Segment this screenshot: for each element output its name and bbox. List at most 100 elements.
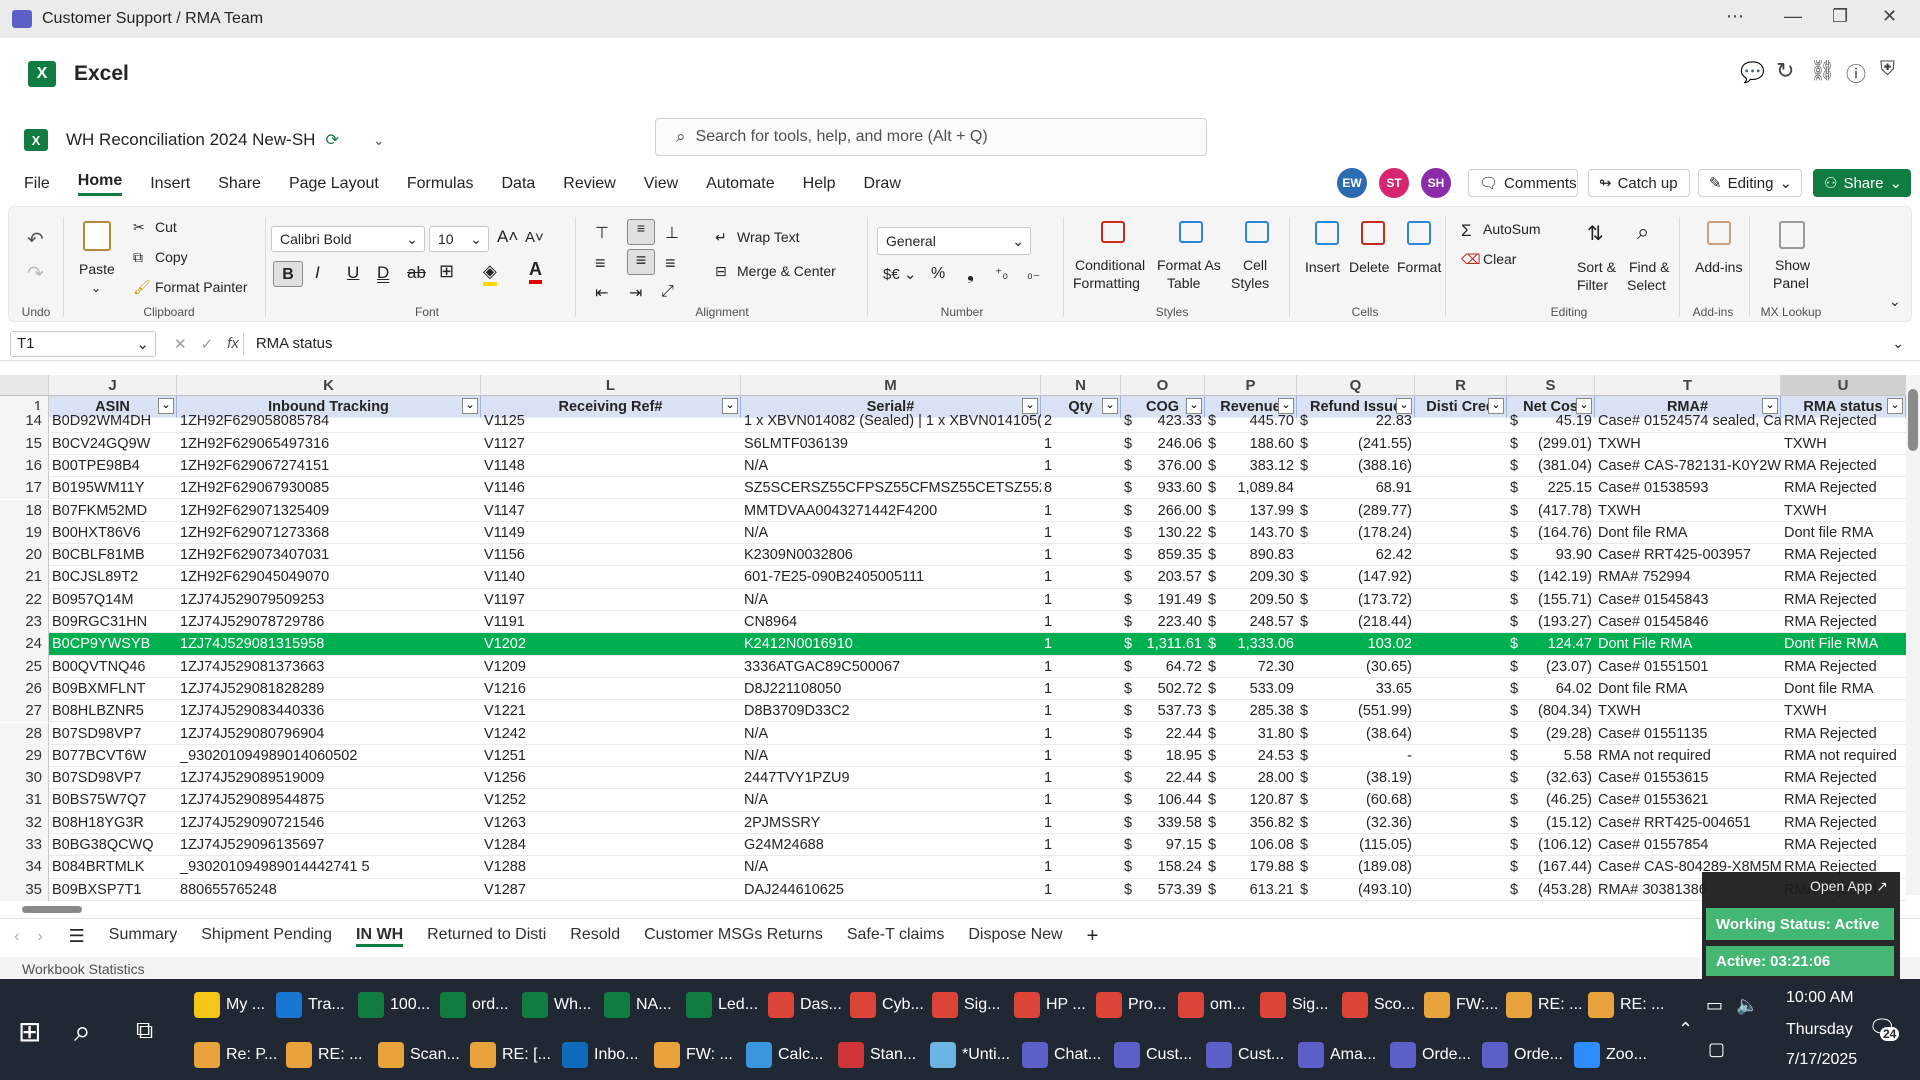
table-cell[interactable]: 2	[1041, 410, 1121, 433]
table-cell[interactable]: $	[1507, 455, 1527, 478]
table-cell[interactable]: (388.16)	[1317, 455, 1415, 478]
table-cell[interactable]: 22.44	[1141, 723, 1205, 745]
sheet-tab-in-wh[interactable]: IN WH	[356, 926, 404, 947]
tab-draw[interactable]: Draw	[864, 175, 901, 193]
table-cell[interactable]: $	[1205, 723, 1225, 745]
wrap-text-button[interactable]: Wrap Text	[737, 229, 800, 245]
table-cell[interactable]: 225.15	[1527, 477, 1595, 500]
table-cell[interactable]	[1415, 455, 1507, 478]
table-cell[interactable]: V1125	[481, 410, 741, 433]
table-cell[interactable]: RMA Rejected	[1781, 589, 1906, 611]
maximize-button[interactable]: ❐	[1832, 6, 1848, 27]
table-cell[interactable]: V1251	[481, 745, 741, 768]
table-cell[interactable]: 28.00	[1225, 767, 1297, 790]
table-cell[interactable]: V1148	[481, 455, 741, 478]
table-cell[interactable]: RMA Rejected	[1781, 544, 1906, 567]
table-row[interactable]: 22 B0957Q14M 1ZJ74J529079509253 V1197 N/A 1 $1…	[0, 588, 1920, 611]
shield-icon[interactable]: ⛨	[1880, 58, 1895, 81]
sheet-tab-customer-msgs-returns[interactable]: Customer MSGs Returns	[644, 926, 823, 947]
strikethrough-button[interactable]: ab	[407, 263, 426, 283]
table-cell[interactable]: $	[1121, 812, 1141, 834]
table-cell[interactable]: Case# RRT425-004651	[1595, 812, 1781, 834]
table-cell[interactable]: $	[1205, 410, 1225, 433]
table-cell[interactable]: 188.60	[1225, 433, 1297, 455]
sheet-tab-dispose-new[interactable]: Dispose New	[968, 926, 1062, 947]
table-cell[interactable]: 1ZH92F629058085784	[177, 410, 481, 433]
table-cell[interactable]: $	[1507, 611, 1527, 634]
column-header-K[interactable]: K	[177, 375, 481, 396]
table-cell[interactable]	[1415, 767, 1507, 790]
taskbar-app-button[interactable]: Orde...	[1482, 1033, 1563, 1077]
sheet-tab-shipment-pending[interactable]: Shipment Pending	[201, 926, 332, 947]
table-cell[interactable]: 1	[1041, 611, 1121, 634]
table-cell[interactable]: TXWH	[1781, 433, 1906, 455]
more-icon[interactable]: ⋯	[1726, 6, 1744, 27]
table-cell[interactable]: 1	[1041, 812, 1121, 834]
chevron-down-icon[interactable]: ⌄	[91, 281, 101, 295]
table-cell[interactable]: $	[1507, 856, 1527, 879]
row-number[interactable]: 31	[0, 789, 49, 812]
table-cell[interactable]	[1415, 723, 1507, 745]
table-cell[interactable]: $	[1297, 455, 1317, 478]
table-cell[interactable]: $	[1507, 433, 1527, 455]
table-cell[interactable]: 1	[1041, 433, 1121, 455]
table-cell[interactable]: 537.73	[1141, 700, 1205, 723]
table-row[interactable]: 31 B0BS75W7Q7 1ZJ74J529089544875 V1252 N/A 1 $…	[0, 789, 1920, 812]
table-cell[interactable]: 223.40	[1141, 611, 1205, 634]
table-cell[interactable]: V1216	[481, 678, 741, 701]
table-cell[interactable]: V1209	[481, 656, 741, 678]
bold-button[interactable]: B	[273, 261, 303, 287]
tab-formulas[interactable]: Formulas	[407, 175, 474, 193]
table-cell[interactable]	[1415, 433, 1507, 455]
table-cell[interactable]: $	[1297, 700, 1317, 723]
table-cell[interactable]: 179.88	[1225, 856, 1297, 879]
table-cell[interactable]	[1415, 477, 1507, 500]
table-cell[interactable]: $	[1205, 745, 1225, 768]
comma-style-icon[interactable]: ❟	[967, 263, 974, 284]
table-cell[interactable]	[1297, 656, 1317, 678]
select-label[interactable]: Select	[1627, 277, 1666, 293]
table-cell[interactable]	[1415, 700, 1507, 723]
table-cell[interactable]: 209.30	[1225, 566, 1297, 589]
percent-icon[interactable]: %	[931, 265, 945, 283]
taskbar-app-button[interactable]: Calc...	[746, 1033, 823, 1077]
table-cell[interactable]: $	[1507, 834, 1527, 857]
table-row[interactable]: 16 B00TPE98B4 1ZH92F629067274151 V1148 N/A 1 $…	[0, 454, 1920, 478]
table-cell[interactable]: $	[1205, 812, 1225, 834]
table-cell[interactable]: 1	[1041, 544, 1121, 567]
row-number[interactable]: 22	[0, 588, 49, 611]
prev-sheet-icon[interactable]: ‹	[14, 928, 19, 946]
sheet-tab-returned-to-disti[interactable]: Returned to Disti	[427, 926, 546, 947]
table-cell[interactable]: $	[1205, 455, 1225, 478]
table-cell[interactable]: 191.49	[1141, 589, 1205, 611]
table-cell[interactable]: 1ZJ74J529079509253	[177, 589, 481, 611]
taskbar-app-button[interactable]: om...	[1178, 983, 1246, 1027]
row-number[interactable]: 15	[0, 432, 49, 455]
table-cell[interactable]	[1415, 611, 1507, 634]
table-cell[interactable]: $	[1121, 745, 1141, 768]
table-cell[interactable]: 72.30	[1225, 656, 1297, 678]
table-cell[interactable]: 1	[1041, 767, 1121, 790]
workbook-statistics[interactable]: Workbook Statistics	[22, 961, 145, 977]
sheet-tab-safe-t-claims[interactable]: Safe-T claims	[847, 926, 945, 947]
table-cell[interactable]	[1415, 656, 1507, 678]
table-cell[interactable]: $	[1121, 500, 1141, 522]
table-cell[interactable]: (218.44)	[1317, 611, 1415, 634]
table-cell[interactable]: $	[1205, 678, 1225, 701]
column-header-U[interactable]: U	[1781, 375, 1906, 396]
table-cell[interactable]: V1256	[481, 767, 741, 790]
autosum-button[interactable]: AutoSum	[1483, 221, 1541, 237]
table-cell[interactable]: $	[1507, 410, 1527, 433]
column-header-R[interactable]: R	[1415, 375, 1507, 396]
tab-help[interactable]: Help	[803, 175, 836, 193]
table-cell[interactable]: 2PJMSSRY	[741, 812, 1041, 834]
table-row[interactable]: 17 B0195WM11Y 1ZH92F629067930085 V1146 SZ5SC…	[0, 477, 1920, 500]
table-row[interactable]: 20 B0CBLF81MB 1ZH92F629073407031 V1156 K2309…	[0, 544, 1920, 567]
close-button[interactable]: ✕	[1882, 6, 1897, 27]
select-all-corner[interactable]	[0, 375, 49, 396]
table-cell[interactable]: D8B3709D33C2	[741, 700, 1041, 723]
table-cell[interactable]: TXWH	[1781, 500, 1906, 522]
add-sheet-icon[interactable]: +	[1087, 925, 1099, 948]
avatar[interactable]: SH	[1421, 168, 1451, 198]
editing-mode-button[interactable]: ✎ Editing ⌄	[1698, 169, 1802, 197]
